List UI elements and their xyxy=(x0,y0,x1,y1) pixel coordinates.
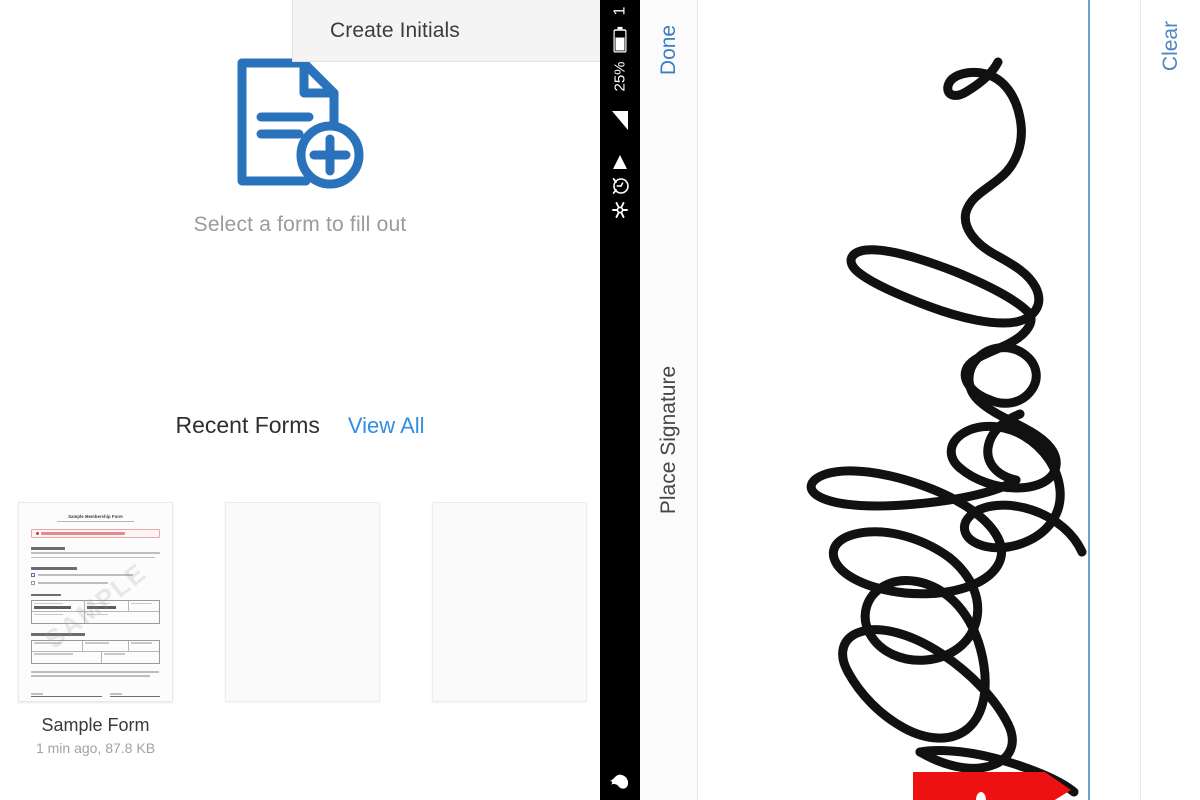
signal-icon xyxy=(600,98,640,142)
android-status-bar: 1 25% xyxy=(600,0,640,800)
preview-line xyxy=(31,675,150,678)
table-cell xyxy=(83,640,129,651)
preview-line xyxy=(31,556,155,559)
signature-baseline xyxy=(1088,0,1090,800)
list-item[interactable]: Sample Membership Form SAMPLE Sample For… xyxy=(18,502,173,756)
signature-canvas[interactable] xyxy=(698,0,1140,800)
red-arrow-marker xyxy=(913,772,1071,800)
table-cell xyxy=(32,640,83,651)
preview-section-heading xyxy=(31,567,77,570)
preview-checkbox-row xyxy=(31,573,160,578)
create-initials-label: Create Initials xyxy=(330,18,460,42)
signature-toolbar: Done Place Signature xyxy=(640,0,698,800)
document-add-icon xyxy=(237,58,364,189)
list-item[interactable] xyxy=(225,502,380,756)
table-cell xyxy=(32,612,86,624)
checkbox-icon xyxy=(31,573,35,578)
preview-line xyxy=(31,552,160,554)
form-name: Sample Form xyxy=(41,715,150,735)
preview-section-heading xyxy=(31,633,85,636)
recent-forms-list: Sample Membership Form SAMPLE Sample For… xyxy=(18,502,587,756)
table-cell xyxy=(129,601,159,611)
app-root: Select a form to fill out Recent Forms V… xyxy=(0,0,1200,800)
preview-signature-field xyxy=(109,693,160,698)
clear-strip: Clear xyxy=(1140,0,1200,800)
empty-state-text: Select a form to fill out xyxy=(193,213,407,236)
flame-icon xyxy=(600,762,640,800)
preview-line xyxy=(31,670,159,673)
signature-panel: Done Place Signature Clear xyxy=(640,0,1200,800)
preview-table xyxy=(31,600,160,625)
place-signature-title: Place Signature xyxy=(657,365,681,515)
table-row xyxy=(32,651,159,663)
preview-section-heading xyxy=(31,593,61,597)
table-row xyxy=(32,601,159,613)
form-thumbnail-placeholder[interactable] xyxy=(432,502,587,702)
table-cell xyxy=(32,651,102,663)
recent-forms-header: Recent Forms View All xyxy=(0,412,600,439)
battery-percent-label: 25% xyxy=(611,60,629,92)
preview-rule xyxy=(57,521,134,522)
vibrate-icon xyxy=(600,188,640,232)
form-picker-panel: Select a form to fill out Recent Forms V… xyxy=(0,0,600,800)
preview-checkbox-row xyxy=(31,580,160,585)
preview-line xyxy=(38,581,108,584)
preview-line xyxy=(38,574,134,577)
checkbox-icon xyxy=(31,580,35,585)
table-cell xyxy=(85,601,129,612)
form-meta: 1 min ago, 87.8 KB xyxy=(35,740,156,756)
preview-signature-field xyxy=(31,693,102,698)
form-thumbnail[interactable]: Sample Membership Form SAMPLE xyxy=(18,502,173,702)
preview-signature-row xyxy=(31,693,160,698)
preview-doc-title: Sample Membership Form xyxy=(68,514,123,519)
alert-dot-icon xyxy=(36,531,40,536)
create-initials-menu[interactable]: Create Initials xyxy=(292,0,600,62)
document-preview: Sample Membership Form SAMPLE xyxy=(19,503,172,701)
preview-section-heading xyxy=(31,547,65,550)
table-row xyxy=(32,612,159,624)
recent-forms-title: Recent Forms xyxy=(175,412,320,438)
signature-ink xyxy=(806,57,1087,797)
table-cell xyxy=(85,612,159,623)
form-thumbnail-placeholder[interactable] xyxy=(225,502,380,702)
empty-state: Select a form to fill out xyxy=(0,55,600,237)
table-cell xyxy=(102,652,159,663)
list-item[interactable] xyxy=(432,502,587,756)
done-button[interactable]: Done xyxy=(640,10,698,90)
table-row xyxy=(32,640,159,652)
battery-icon xyxy=(600,22,640,56)
preview-table xyxy=(31,639,160,664)
table-cell xyxy=(32,601,86,612)
status-clock: 1 xyxy=(611,6,628,16)
table-cell xyxy=(129,641,159,651)
preview-alert-box xyxy=(31,529,160,538)
clear-button[interactable]: Clear xyxy=(1141,8,1200,84)
view-all-link[interactable]: View All xyxy=(348,413,425,439)
alert-text-bar xyxy=(41,532,126,535)
